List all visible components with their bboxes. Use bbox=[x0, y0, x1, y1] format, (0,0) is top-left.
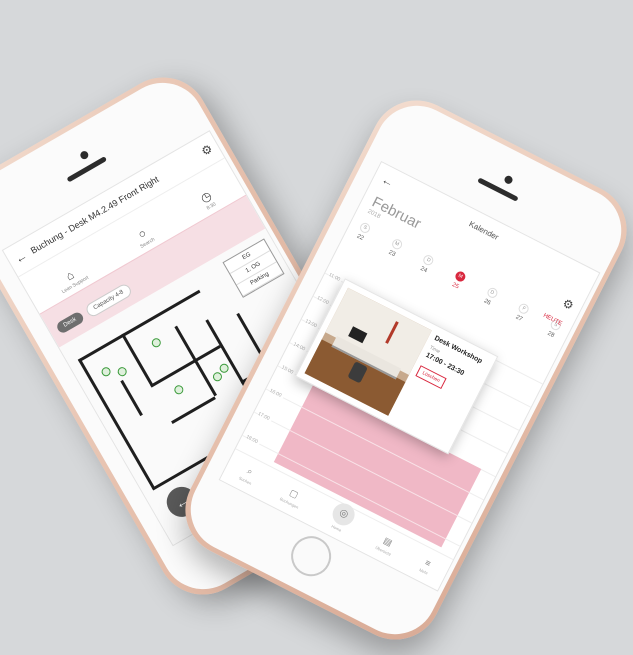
weekday-letter: D bbox=[485, 285, 499, 300]
subnav-search[interactable]: ○ Search bbox=[132, 225, 156, 250]
weekday-letter: F bbox=[517, 302, 531, 316]
day-cell[interactable]: F 27 bbox=[513, 302, 531, 323]
day-number: 25 bbox=[451, 282, 460, 291]
booking-info: Desk Workshop Time 17:00 - 23:30 Löschen bbox=[415, 335, 488, 402]
hour-label: 11:00 bbox=[327, 271, 343, 284]
building-icon: ⌂ bbox=[63, 267, 77, 284]
front-camera bbox=[503, 174, 514, 186]
day-number: 23 bbox=[387, 249, 397, 259]
tab-more[interactable]: ≡ Mehr bbox=[419, 556, 435, 575]
tab-bookings[interactable]: ▢ Buchungen bbox=[279, 485, 305, 510]
gear-icon[interactable]: ⚙ bbox=[199, 141, 215, 159]
menu-icon: ≡ bbox=[423, 556, 433, 569]
weekday-letter: M bbox=[390, 237, 404, 251]
wall bbox=[171, 396, 216, 424]
day-number: 24 bbox=[419, 265, 428, 275]
desk-marker[interactable] bbox=[116, 365, 129, 378]
floor-selector: EG 1. OG Parking bbox=[222, 238, 285, 298]
earpiece-speaker bbox=[477, 177, 519, 202]
hour-label: 16:00 bbox=[268, 387, 285, 400]
tab-search[interactable]: ⌕ Suchen bbox=[238, 464, 258, 486]
desk-marker[interactable] bbox=[99, 365, 113, 378]
filter-chip-desk[interactable]: Desk bbox=[55, 310, 86, 335]
tab-label: Suchen bbox=[238, 475, 253, 486]
desk-marker[interactable] bbox=[150, 336, 163, 349]
front-camera bbox=[78, 149, 90, 161]
wall bbox=[121, 333, 154, 387]
desk-marker[interactable] bbox=[172, 383, 185, 396]
delete-button[interactable]: Löschen bbox=[415, 364, 447, 389]
weekday-letter: D bbox=[421, 253, 436, 268]
subnav-time[interactable]: ◷ 8:30 bbox=[198, 188, 217, 212]
hour-label: 14:00 bbox=[292, 341, 308, 354]
day-cell[interactable]: D 26 bbox=[481, 285, 499, 307]
day-cell[interactable]: S 22 bbox=[354, 221, 372, 242]
wall bbox=[120, 379, 143, 417]
earpiece-speaker bbox=[66, 156, 108, 183]
home-button[interactable] bbox=[284, 529, 339, 584]
hour-label: 17:00 bbox=[256, 410, 273, 423]
day-number: 22 bbox=[355, 233, 365, 242]
weekday-letter: M bbox=[453, 269, 468, 284]
hour-label: 12:00 bbox=[315, 295, 332, 308]
hour-label: 15:00 bbox=[280, 364, 296, 377]
wall bbox=[150, 345, 221, 388]
day-number: 26 bbox=[482, 298, 492, 307]
day-cell[interactable]: D 24 bbox=[418, 253, 436, 275]
wall bbox=[77, 358, 156, 490]
tab-overview[interactable]: ▤ Übersicht bbox=[374, 533, 397, 557]
back-arrow-icon[interactable]: ← bbox=[12, 248, 29, 266]
tab-home[interactable]: ◎ Home bbox=[326, 499, 359, 535]
day-number: 27 bbox=[514, 314, 524, 323]
day-cell[interactable]: M 23 bbox=[386, 237, 404, 258]
hour-label: 13:00 bbox=[303, 318, 320, 331]
bookings-icon: ▢ bbox=[287, 487, 301, 501]
search-icon: ⌕ bbox=[245, 465, 255, 477]
hour-label: 18:00 bbox=[244, 434, 261, 447]
search-icon: ○ bbox=[135, 225, 149, 242]
overview-icon: ▤ bbox=[381, 535, 394, 548]
day-cell-selected[interactable]: M 25 bbox=[450, 269, 468, 291]
weekday-letter: S bbox=[358, 221, 372, 235]
day-number: 28 bbox=[546, 330, 556, 340]
calendar-screen: ← Kalender Februar 2018 ⚙ HEUTE S 22 M 2… bbox=[218, 160, 601, 592]
scene: ← Buchung - Desk M4.2.49 Front Right ⚙ ⌂… bbox=[0, 0, 633, 655]
